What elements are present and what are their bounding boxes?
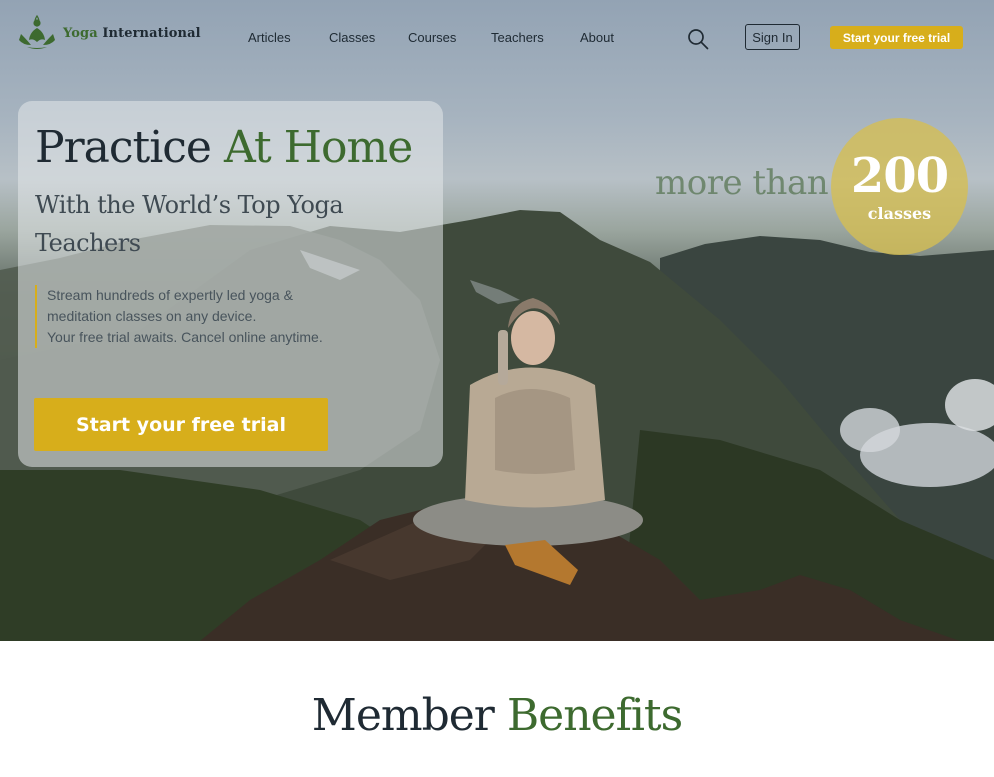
nav-link-about[interactable]: About <box>580 30 614 45</box>
hero-title-start: Practice <box>35 122 224 173</box>
hero-title-accent: At Home <box>223 122 413 173</box>
nav-link-classes[interactable]: Classes <box>329 30 375 45</box>
nav-link-courses[interactable]: Courses <box>408 30 456 45</box>
hero-section: Yoga International Articles Classes Cour… <box>0 0 994 641</box>
hero-description-line: Your free trial awaits. Cancel online an… <box>47 329 323 345</box>
brand-name: Yoga International <box>63 26 201 41</box>
hero-title: Practice At Home <box>35 122 413 173</box>
brand-name-first: Yoga <box>63 25 98 41</box>
hero-subtitle: With the World’s Top Yoga Teachers <box>35 191 344 257</box>
search-icon[interactable] <box>686 27 710 51</box>
stat-prefix: more than <box>655 163 829 203</box>
hero-description-line: Stream hundreds of expertly led yoga & <box>47 287 293 303</box>
sign-in-button[interactable]: Sign In <box>745 24 800 50</box>
nav-link-teachers[interactable]: Teachers <box>491 30 544 45</box>
member-benefits-heading: Member Benefits <box>0 690 994 741</box>
start-trial-hero-button[interactable]: Start your free trial <box>34 398 328 451</box>
nav-link-articles[interactable]: Articles <box>248 30 291 45</box>
class-count-number: 200 <box>850 148 949 204</box>
hero-description: Stream hundreds of expertly led yoga & m… <box>35 285 407 348</box>
class-count-label: classes <box>867 204 932 223</box>
brand-logo[interactable]: Yoga International <box>17 14 201 52</box>
benefits-title-accent: Benefits <box>506 690 683 741</box>
benefits-title-start: Member <box>311 690 507 741</box>
start-trial-nav-button[interactable]: Start your free trial <box>830 26 963 49</box>
top-navigation: Yoga International Articles Classes Cour… <box>0 0 994 78</box>
brand-name-rest: International <box>97 25 201 41</box>
hero-description-line: meditation classes on any device. <box>47 308 257 324</box>
class-count-badge: 200 classes <box>831 118 968 255</box>
lotus-meditation-icon <box>19 14 55 49</box>
